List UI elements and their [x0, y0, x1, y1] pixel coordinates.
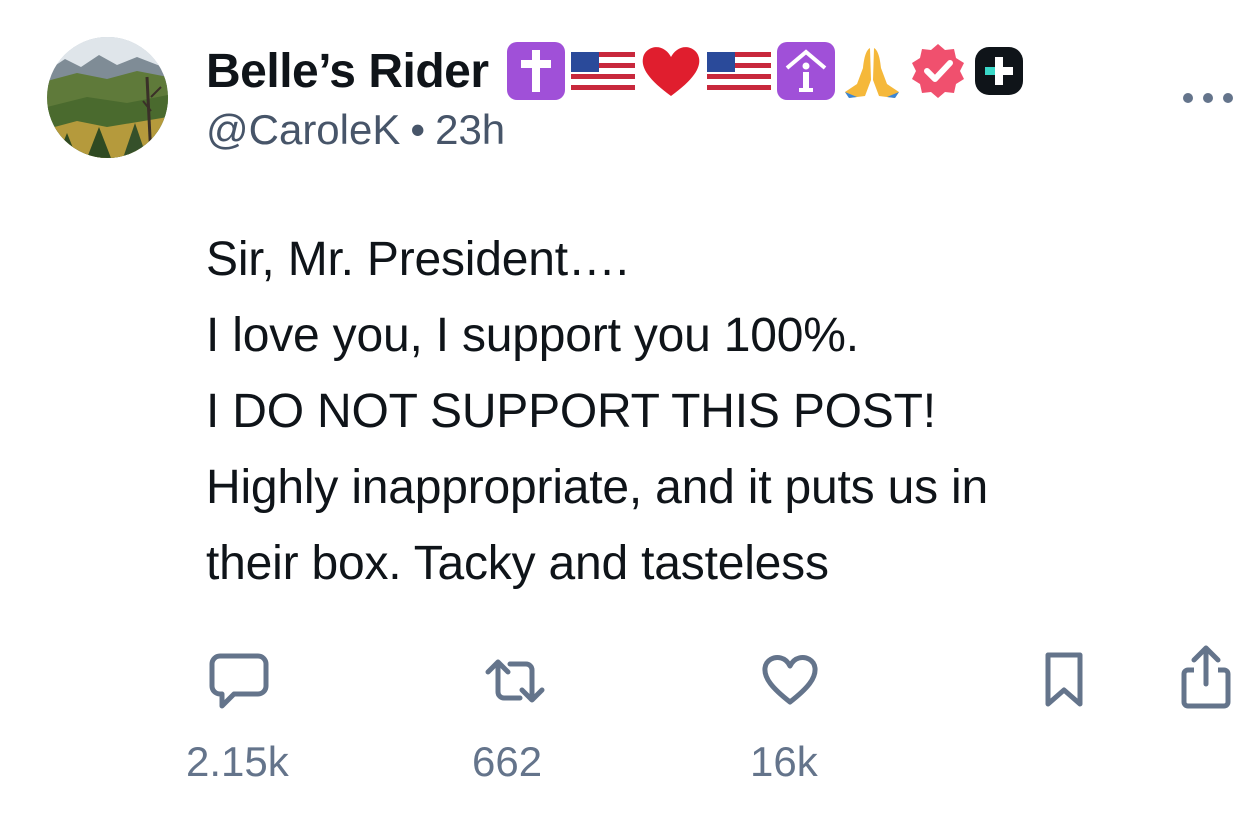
display-name-row: Belle’s Rider: [206, 40, 1029, 102]
us-flag-icon: [705, 40, 773, 102]
app-plus-badge-icon: [971, 40, 1027, 102]
red-heart-icon: [639, 40, 703, 102]
handle-separator: •: [410, 106, 426, 153]
share-button[interactable]: [1178, 644, 1234, 710]
bookmark-icon: [1040, 650, 1088, 710]
post-line: I DO NOT SUPPORT THIS POST!: [206, 385, 936, 438]
like-count: 16k: [750, 738, 818, 785]
verified-badge-icon: [907, 40, 969, 102]
name-icons: [505, 40, 1029, 102]
handle[interactable]: @CaroleK: [206, 106, 400, 153]
repost-count: 662: [472, 738, 543, 785]
praying-hands-icon: [839, 40, 905, 102]
post-line: their box. Tacky and tasteless: [206, 537, 829, 590]
reply-button[interactable]: [208, 652, 270, 710]
post-body[interactable]: Sir, Mr. President…. I love you, I suppo…: [206, 222, 1226, 602]
like-button[interactable]: [760, 652, 820, 708]
us-flag-icon: [569, 40, 637, 102]
timestamp[interactable]: 23h: [435, 106, 505, 153]
reply-count: 2.15k: [186, 738, 289, 785]
post-line: I love you, I support you 100%.: [206, 309, 859, 362]
repost-icon: [482, 652, 548, 710]
handle-row: @CaroleK • 23h: [206, 106, 505, 154]
repost-button[interactable]: [482, 652, 548, 710]
latin-cross-icon: [505, 40, 567, 102]
share-icon: [1178, 644, 1234, 710]
more-options-icon[interactable]: [1180, 88, 1236, 108]
display-name[interactable]: Belle’s Rider: [206, 44, 489, 99]
bookmark-button[interactable]: [1040, 650, 1088, 710]
post-line: Highly inappropriate, and it puts us in: [206, 461, 988, 514]
reply-icon: [208, 652, 270, 710]
post-line: Sir, Mr. President….: [206, 233, 629, 286]
like-icon: [760, 652, 820, 708]
avatar[interactable]: [47, 37, 168, 158]
info-house-icon: [775, 40, 837, 102]
